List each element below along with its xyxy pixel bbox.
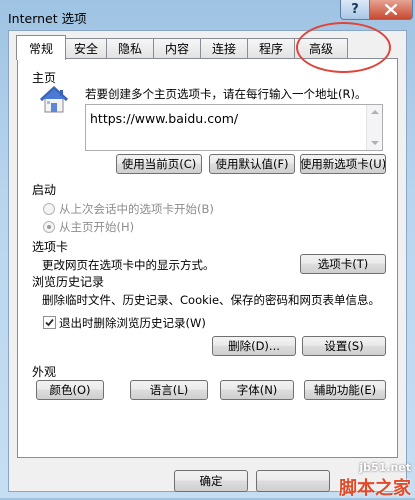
history-description: 删除临时文件、历史记录、Cookie、保存的密码和网页表单信息。 bbox=[42, 293, 381, 307]
startup-header: 启动 bbox=[32, 181, 61, 198]
help-button[interactable]: ? bbox=[340, 0, 370, 20]
fonts-button[interactable]: 字体(N) bbox=[220, 380, 294, 400]
use-default-button[interactable]: 使用默认值(F) bbox=[209, 154, 295, 174]
radio-last-session[interactable] bbox=[43, 203, 55, 215]
tab-privacy[interactable]: 隐私 bbox=[106, 38, 154, 58]
window-title: Internet 选项 bbox=[8, 11, 87, 26]
ok-button[interactable]: 确定 bbox=[174, 470, 248, 492]
annotation-circle bbox=[296, 22, 391, 73]
delete-on-exit-label: 退出时删除浏览历史记录(W) bbox=[59, 316, 206, 330]
checkmark-icon bbox=[45, 318, 54, 327]
scroll-down-icon[interactable] bbox=[371, 141, 379, 145]
separator bbox=[60, 371, 385, 372]
radio-last-session-label: 从上次会话中的选项卡开始(B) bbox=[59, 202, 214, 216]
accessibility-button[interactable]: 辅助功能(E) bbox=[304, 380, 386, 400]
tab-programs[interactable]: 程序 bbox=[247, 38, 295, 58]
homepage-instruction: 若要创建多个主页选项卡，请在每行输入一个地址(R)。 bbox=[85, 87, 367, 101]
delete-on-exit-checkbox[interactable] bbox=[43, 316, 56, 329]
tab-security[interactable]: 安全 bbox=[65, 38, 107, 58]
tab-connections[interactable]: 连接 bbox=[200, 38, 248, 58]
homepage-url-input[interactable]: https://www.baidu.com/ bbox=[85, 104, 383, 151]
close-button[interactable] bbox=[369, 0, 413, 20]
homepage-url-value: https://www.baidu.com/ bbox=[90, 111, 239, 126]
house-icon bbox=[38, 84, 70, 119]
watermark-site: jb51.net bbox=[359, 461, 411, 474]
delete-history-button[interactable]: 删除(D)... bbox=[212, 336, 296, 356]
tab-content[interactable]: 内容 bbox=[153, 38, 201, 58]
history-header: 浏览历史记录 bbox=[32, 273, 109, 290]
colors-button[interactable]: 颜色(O) bbox=[36, 380, 104, 400]
close-icon bbox=[385, 4, 397, 15]
use-new-tab-button[interactable]: 使用新选项卡(U) bbox=[300, 154, 386, 174]
cancel-button[interactable] bbox=[256, 470, 330, 492]
history-settings-button[interactable]: 设置(S) bbox=[302, 336, 386, 356]
tabs-section-description: 更改网页在选项卡中的显示方式。 bbox=[42, 258, 215, 272]
separator bbox=[80, 77, 385, 78]
tabs-settings-button[interactable]: 选项卡(T) bbox=[300, 254, 386, 274]
tab-general[interactable]: 常规 bbox=[16, 35, 66, 60]
tabs-section-header: 选项卡 bbox=[32, 238, 73, 255]
watermark-brand: 脚本之家 bbox=[339, 478, 411, 499]
radio-homepage-label: 从主页开始(H) bbox=[59, 220, 135, 234]
scroll-up-icon[interactable] bbox=[371, 110, 379, 114]
appearance-header: 外观 bbox=[32, 363, 61, 380]
languages-button[interactable]: 语言(L) bbox=[130, 380, 208, 400]
separator bbox=[60, 189, 385, 190]
separator bbox=[110, 282, 385, 283]
radio-homepage[interactable] bbox=[43, 221, 55, 233]
separator bbox=[75, 246, 385, 247]
use-current-button[interactable]: 使用当前页(C) bbox=[116, 154, 202, 174]
url-scrollbar[interactable] bbox=[366, 105, 382, 150]
